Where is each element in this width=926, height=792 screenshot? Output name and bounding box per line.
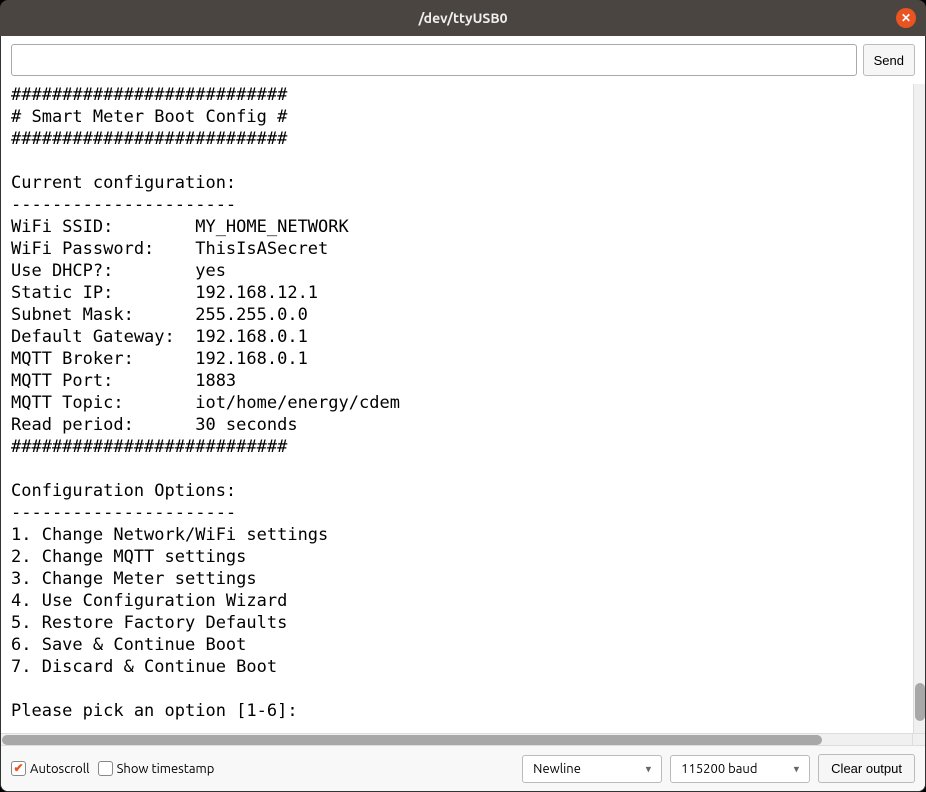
- terminal-wrapper: ########################### # Smart Mete…: [1, 84, 925, 733]
- window-close-button[interactable]: ✕: [896, 8, 916, 28]
- autoscroll-toggle[interactable]: Autoscroll: [11, 761, 90, 776]
- serial-input[interactable]: [11, 44, 857, 76]
- bottom-bar: Autoscroll Show timestamp Newline 115200…: [1, 745, 925, 791]
- send-toolbar: Send: [1, 36, 925, 84]
- close-icon: ✕: [901, 11, 911, 25]
- vertical-scrollbar[interactable]: [913, 84, 925, 733]
- autoscroll-checkbox[interactable]: [11, 761, 26, 776]
- timestamp-toggle[interactable]: Show timestamp: [98, 761, 215, 776]
- window-title: /dev/ttyUSB0: [418, 10, 507, 26]
- timestamp-label: Show timestamp: [117, 762, 215, 776]
- window-titlebar: /dev/ttyUSB0 ✕: [0, 0, 926, 36]
- timestamp-checkbox[interactable]: [98, 761, 113, 776]
- autoscroll-label: Autoscroll: [30, 762, 90, 776]
- line-ending-value: Newline: [533, 762, 581, 776]
- vertical-scrollbar-thumb[interactable]: [915, 683, 925, 721]
- baud-rate-select[interactable]: 115200 baud: [670, 755, 810, 783]
- clear-output-button[interactable]: Clear output: [818, 754, 915, 783]
- content-area: Send ########################### # Smart…: [0, 36, 926, 792]
- baud-rate-value: 115200 baud: [681, 762, 757, 776]
- horizontal-scrollbar-row: [1, 733, 925, 745]
- send-button[interactable]: Send: [863, 44, 915, 76]
- scrollbar-corner: [913, 734, 925, 745]
- line-ending-select[interactable]: Newline: [522, 755, 662, 783]
- serial-output[interactable]: ########################### # Smart Mete…: [1, 84, 913, 733]
- horizontal-scrollbar-thumb[interactable]: [2, 735, 822, 745]
- horizontal-scrollbar[interactable]: [1, 734, 913, 745]
